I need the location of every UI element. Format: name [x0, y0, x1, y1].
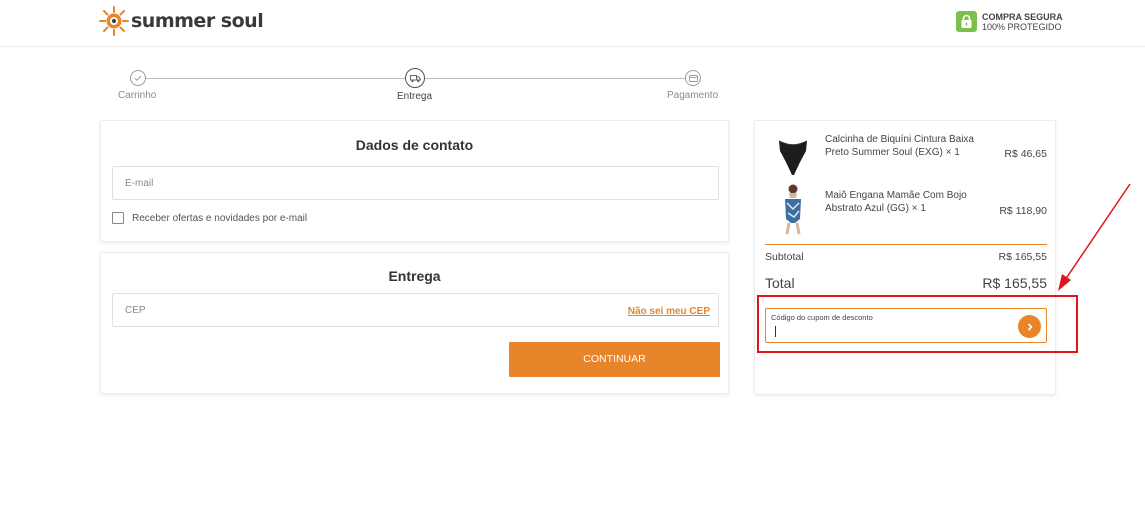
card-icon [685, 70, 701, 86]
store-logo[interactable]: summer soul [99, 6, 264, 36]
email-field[interactable]: E-mail [112, 166, 719, 200]
total-label: Total [765, 275, 795, 291]
order-summary: Calcinha de Biquíni Cintura Baixa Preto … [754, 120, 1056, 395]
continue-button[interactable]: CONTINUAR [509, 342, 720, 377]
total-row: Total R$ 165,55 [765, 275, 1047, 291]
delivery-title: Entrega [388, 268, 441, 284]
header: summer soul COMPRA SEGURA 100% PROTEGIDO [0, 0, 1145, 47]
item-price: R$ 46,65 [1004, 148, 1047, 160]
cart-item: Maiô Engana Mamãe Com Bojo Abstrato Azul… [765, 183, 1047, 235]
newsletter-label: Receber ofertas e novidades por e-mail [132, 212, 308, 224]
lock-icon [956, 11, 977, 32]
cep-placeholder: CEP [125, 304, 146, 316]
newsletter-checkbox[interactable] [112, 212, 124, 224]
bikini-bottom-thumbnail [769, 127, 817, 179]
item-name: Maiô Engana Mamãe Com Bojo Abstrato Azul… [825, 190, 967, 214]
item-name: Calcinha de Biquíni Cintura Baixa Preto … [825, 134, 974, 158]
logo-text: summer soul [131, 10, 264, 32]
checkout-stepper: Carrinho Entrega Pagamento [100, 68, 730, 105]
secure-title: COMPRA SEGURA [982, 11, 1063, 22]
email-placeholder: E-mail [125, 177, 154, 189]
subtotal-label: Subtotal [765, 251, 804, 263]
unknown-cep-link[interactable]: Não sei meu CEP [628, 306, 710, 317]
contact-title: Dados de contato [355, 137, 474, 153]
secure-subtitle: 100% PROTEGIDO [982, 21, 1062, 32]
contact-card: Dados de contato E-mail Receber ofertas … [100, 120, 729, 242]
swimsuit-thumbnail [769, 183, 817, 235]
truck-icon [405, 68, 425, 88]
cart-item: Calcinha de Biquíni Cintura Baixa Preto … [765, 127, 1047, 179]
annotation-highlight-box [757, 295, 1078, 353]
step-label-entrega: Entrega [397, 91, 433, 102]
sun-logo-icon [99, 6, 129, 36]
total-value: R$ 165,55 [982, 275, 1047, 291]
delivery-card: Entrega CEP Não sei meu CEP CONTINUAR [100, 252, 729, 394]
subtotal-value: R$ 165,55 [998, 251, 1047, 263]
step-label-pagamento: Pagamento [667, 90, 719, 101]
check-icon [130, 70, 146, 86]
summary-separator [765, 244, 1047, 245]
item-price: R$ 118,90 [999, 205, 1047, 217]
secure-purchase-badge: COMPRA SEGURA 100% PROTEGIDO [956, 11, 1063, 32]
annotation-arrow-icon [1058, 183, 1131, 291]
newsletter-option[interactable]: Receber ofertas e novidades por e-mail [112, 212, 307, 224]
subtotal-row: Subtotal R$ 165,55 [765, 251, 1047, 263]
cep-field[interactable]: CEP Não sei meu CEP [112, 293, 719, 327]
step-label-carrinho: Carrinho [118, 90, 157, 101]
